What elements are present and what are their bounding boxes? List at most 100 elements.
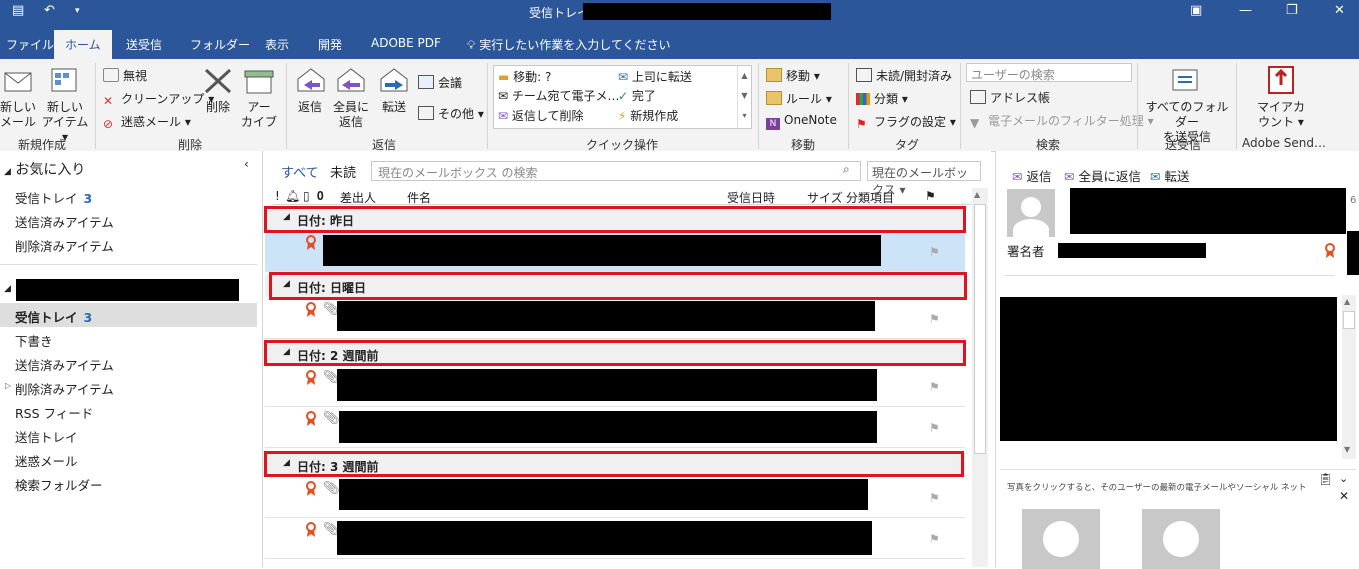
column-size[interactable]: サイズ <box>807 189 843 206</box>
filter-email-button[interactable]: ▼ 電子メールのフィルター処理 ▾ <box>970 112 1154 130</box>
flag-icon[interactable]: ⚑ <box>929 491 940 505</box>
more-respond-button[interactable]: その他 ▾ <box>418 105 484 122</box>
search-people-input[interactable]: ユーザーの検索 <box>966 63 1132 82</box>
flag-icon[interactable]: ⚑ <box>929 380 940 394</box>
flag-icon[interactable]: ⚑ <box>929 245 940 259</box>
close-icon[interactable]: ✕ <box>1334 3 1345 18</box>
collapse-pane-icon[interactable]: ‹ <box>244 157 249 171</box>
favorite-folder[interactable]: 削除済みアイテム <box>15 236 114 255</box>
mail-row[interactable]: 📎︎ ⚑ <box>265 366 965 407</box>
flag-icon[interactable]: ⚑ <box>929 312 940 326</box>
archive-button[interactable]: アー カイブ <box>240 100 278 130</box>
tab-file[interactable]: ファイル <box>6 36 54 53</box>
expand-people-pane-icon[interactable]: ⌄ <box>1339 472 1348 485</box>
tab-view[interactable]: 表示 <box>265 36 289 53</box>
customize-toolbar-icon[interactable]: ▾ <box>75 6 80 16</box>
reading-forward-button[interactable]: ✉︎ 転送 <box>1150 166 1189 185</box>
scroll-thumb[interactable] <box>974 204 986 454</box>
meeting-button[interactable]: 会議 <box>418 74 462 91</box>
reading-reply-all-button[interactable]: ✉︎ 全員に返信 <box>1064 166 1141 185</box>
reminder-column-icon[interactable]: 🔔︎ <box>285 189 300 203</box>
tab-developer[interactable]: 開発 <box>318 36 342 53</box>
delete-button[interactable]: 削除 <box>200 100 236 115</box>
onenote-button[interactable]: N OneNote <box>766 113 837 130</box>
my-account-button[interactable]: マイアカ ウント ▾ <box>1250 100 1312 130</box>
ribbon-display-icon[interactable]: ▣ <box>1190 3 1202 18</box>
restore-icon[interactable]: ❐ <box>1286 3 1298 18</box>
follow-up-button[interactable]: ⚑ フラグの設定 ▾ <box>856 113 956 131</box>
contact-avatar[interactable] <box>1142 509 1220 569</box>
attachment-column-icon[interactable]: 𝟎 <box>317 189 324 204</box>
folder-deleted[interactable]: 削除済みアイテム <box>15 379 114 398</box>
move-button[interactable]: 移動 ▾ <box>766 67 820 84</box>
folder-rss[interactable]: RSS フィード <box>15 403 93 422</box>
reply-all-button[interactable]: 全員に 返信 <box>332 100 370 130</box>
flag-column-icon[interactable]: ⚑ <box>925 189 936 203</box>
forward-button[interactable]: 転送 <box>376 100 412 115</box>
filter-unread[interactable]: 未読 <box>330 162 356 181</box>
folder-inbox[interactable]: 受信トレイ 3 <box>15 307 92 326</box>
quick-step-move[interactable]: ▬ 移動: ? <box>498 68 551 85</box>
reading-scrollbar[interactable]: ▲ ▼ <box>1342 295 1356 459</box>
minimize-icon[interactable]: — <box>1239 3 1252 18</box>
quick-step-done[interactable]: ✓ 完了 <box>618 87 656 104</box>
tab-adobe-pdf[interactable]: ADOBE PDF <box>371 36 441 50</box>
mail-row[interactable]: 📎︎ ⚑ <box>265 477 965 518</box>
importance-column-icon[interactable]: ! <box>275 189 280 203</box>
folder-drafts[interactable]: 下書き <box>15 331 53 350</box>
address-book-button[interactable]: アドレス帳 <box>970 89 1050 106</box>
junk-button[interactable]: ⊘ 迷惑メール ▾ <box>103 113 191 131</box>
search-scope-select[interactable]: 現在のメールボックス ▾ <box>867 161 981 197</box>
mail-row[interactable]: 📎︎ ⚑ <box>265 407 965 448</box>
reply-button[interactable]: 返信 <box>292 100 328 115</box>
cleanup-button[interactable]: ✕ クリーンアップ ▾ <box>103 90 214 108</box>
mail-row[interactable]: 📎︎ ⚑ <box>265 518 965 559</box>
categorize-button[interactable]: 分類 ▾ <box>856 90 908 107</box>
signed-ribbon-icon[interactable] <box>1324 243 1336 262</box>
tab-home[interactable]: ホーム <box>54 30 112 59</box>
folder-outbox[interactable]: 送信トレイ <box>15 427 78 446</box>
folder-search[interactable]: 検索フォルダー <box>15 475 103 494</box>
expand-triangle-icon[interactable]: ▷ <box>5 381 11 390</box>
scroll-up-icon[interactable]: ▲ <box>1344 297 1350 306</box>
people-pane-icon[interactable]: 📋︎ <box>1318 472 1333 486</box>
contact-avatar[interactable] <box>1022 509 1100 569</box>
folder-sent[interactable]: 送信済みアイテム <box>15 355 114 374</box>
mail-list-scrollbar[interactable]: ▲ <box>972 188 988 567</box>
flag-icon[interactable]: ⚑ <box>929 421 940 435</box>
ignore-button[interactable]: 無視 <box>103 67 147 84</box>
column-subject[interactable]: 件名 <box>407 189 431 206</box>
favorite-folder[interactable]: 送信済みアイテム <box>15 212 114 231</box>
column-from[interactable]: 差出人 <box>340 189 376 206</box>
reading-reply-button[interactable]: ✉︎ 返信 <box>1012 166 1051 185</box>
scroll-thumb[interactable] <box>1343 311 1355 329</box>
quick-step-team[interactable]: ✉︎ チーム宛て電子メ… <box>498 87 620 104</box>
scroll-up-icon[interactable]: ▲ <box>974 190 980 199</box>
mailbox-search-input[interactable]: 現在のメールボックス の検索 <box>371 161 861 181</box>
tab-send-receive[interactable]: 送受信 <box>126 36 162 53</box>
tell-me-box[interactable]: 💡︎ 実行したい作業を入力してください <box>467 36 671 53</box>
search-icon[interactable]: ⌕ <box>843 162 850 177</box>
scroll-down-icon[interactable]: ▼ <box>1344 445 1350 454</box>
mail-row[interactable]: 📎︎ ⚑ <box>265 298 965 339</box>
flag-icon[interactable]: ⚑ <box>929 532 940 546</box>
column-received[interactable]: 受信日時 <box>727 189 775 206</box>
quick-step-reply-delete[interactable]: ✉︎ 返信して削除 <box>498 107 584 124</box>
mail-row[interactable]: ⚑ <box>265 231 965 272</box>
sender-avatar[interactable] <box>1007 189 1055 237</box>
filter-all[interactable]: すべて <box>281 162 319 181</box>
undo-icon[interactable]: ↶ <box>44 3 55 18</box>
mailbox-collapse-icon[interactable]: ◢ <box>4 284 11 294</box>
favorites-header[interactable]: ◢ お気に入り <box>4 159 85 179</box>
tab-folder[interactable]: フォルダー <box>190 36 250 53</box>
quick-step-to-manager[interactable]: ✉︎ 上司に転送 <box>618 68 692 85</box>
quick-step-create-new[interactable]: ⚡︎ 新規作成 <box>618 107 678 124</box>
unread-read-button[interactable]: 未読/開封済み <box>856 67 952 84</box>
quick-steps-scroll[interactable]: ▲ ▼ ▾ <box>737 66 751 128</box>
rules-button[interactable]: ルール ▾ <box>766 90 832 107</box>
icon-column-icon[interactable]: ▯ <box>303 189 310 203</box>
outlook-app-icon[interactable]: ▤ <box>12 3 24 18</box>
close-people-pane-icon[interactable]: ✕ <box>1339 489 1349 503</box>
column-category[interactable]: 分類項目 <box>846 189 894 206</box>
new-mail-button[interactable]: 新しい メール <box>0 100 36 130</box>
